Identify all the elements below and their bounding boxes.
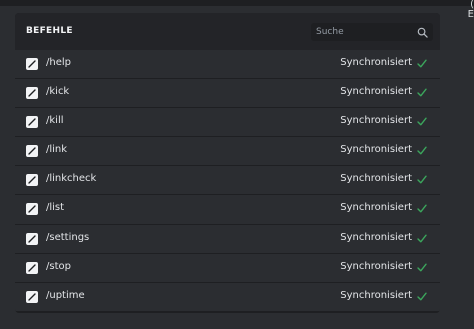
slash-command-icon	[26, 232, 38, 245]
checkmark-icon	[417, 146, 427, 155]
panel-title: BEFEHLE	[26, 26, 73, 36]
slash-command-icon	[26, 116, 38, 129]
search-icon[interactable]	[417, 27, 428, 38]
slash-command-icon	[26, 145, 38, 158]
command-name: /kill	[46, 115, 64, 127]
command-name: /uptime	[46, 289, 85, 301]
command-name: /kick	[46, 86, 70, 98]
checkmark-icon	[417, 204, 427, 213]
sync-status: Synchronisiert	[340, 231, 412, 243]
sync-status: Synchronisiert	[340, 144, 412, 156]
slash-command-icon	[26, 174, 38, 187]
slash-command-icon	[26, 58, 38, 70]
command-row[interactable]: /stop Synchronisiert	[15, 253, 440, 282]
command-row[interactable]: /uptime Synchronisiert	[15, 282, 440, 311]
sync-status: Synchronisiert	[340, 57, 412, 68]
command-row[interactable]: /list Synchronisiert	[15, 195, 440, 224]
sync-status: Synchronisiert	[340, 86, 412, 98]
slash-command-icon	[26, 290, 38, 303]
checkmark-icon	[417, 117, 427, 126]
command-row[interactable]: /help Synchronisiert	[15, 50, 440, 79]
slash-command-icon	[26, 203, 38, 216]
sync-status: Synchronisiert	[340, 289, 412, 301]
clipped-edge-text: (E	[467, 0, 474, 20]
command-name: /settings	[46, 231, 90, 243]
search-box[interactable]	[311, 23, 433, 41]
slash-command-icon	[26, 87, 38, 100]
command-row[interactable]: /link Synchronisiert	[15, 137, 440, 166]
command-row[interactable]: /settings Synchronisiert	[15, 224, 440, 253]
checkmark-icon	[417, 88, 427, 97]
sync-status: Synchronisiert	[340, 260, 412, 272]
command-name: /list	[46, 202, 65, 214]
checkmark-icon	[417, 59, 427, 68]
command-name: /help	[46, 57, 71, 68]
commands-panel: BEFEHLE /help Synchronisiert /kick Synch…	[15, 13, 440, 313]
command-list: /help Synchronisiert /kick Synchronisier…	[15, 50, 440, 312]
checkmark-icon	[417, 292, 427, 301]
slash-command-icon	[26, 261, 38, 274]
command-row[interactable]: /kick Synchronisiert	[15, 79, 440, 108]
search-input[interactable]	[311, 23, 411, 41]
top-bar	[0, 0, 474, 6]
command-name: /link	[46, 144, 68, 156]
sync-status: Synchronisiert	[340, 115, 412, 127]
command-name: /stop	[46, 260, 71, 272]
command-name: /linkcheck	[46, 173, 97, 185]
command-row[interactable]: /linkcheck Synchronisiert	[15, 166, 440, 195]
sync-status: Synchronisiert	[340, 202, 412, 214]
checkmark-icon	[417, 263, 427, 272]
sync-status: Synchronisiert	[340, 173, 412, 185]
panel-header: BEFEHLE	[15, 13, 440, 50]
command-row[interactable]: /kill Synchronisiert	[15, 108, 440, 137]
checkmark-icon	[417, 175, 427, 184]
checkmark-icon	[417, 234, 427, 243]
